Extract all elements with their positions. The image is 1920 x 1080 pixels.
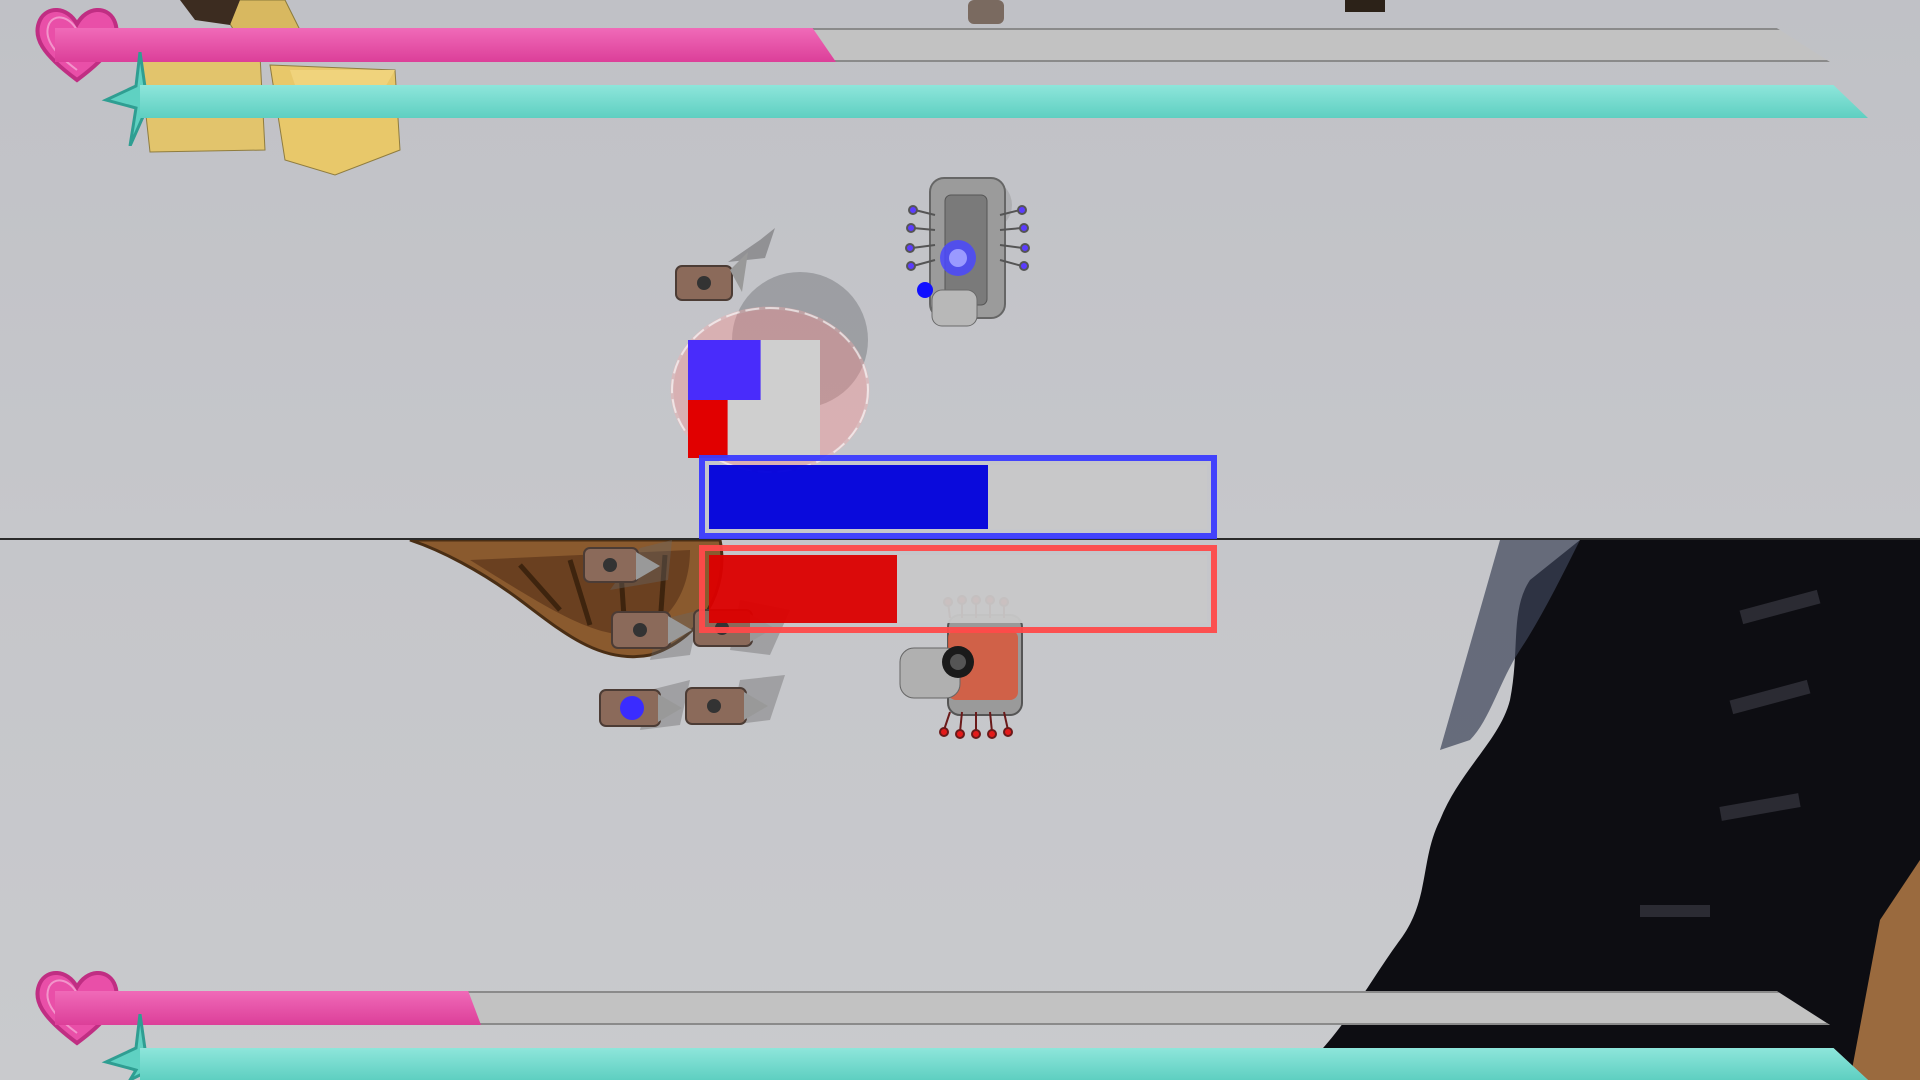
- player-2-energy-bar: [140, 1048, 1868, 1080]
- blue-team-meter: [699, 455, 1217, 539]
- player-1-drone: [599, 680, 690, 730]
- player-1-energy-bar: [140, 85, 1868, 118]
- player-1-health-bar: [55, 28, 1830, 62]
- player-1-tank: [905, 177, 1030, 327]
- enemy-drone: [685, 675, 785, 725]
- player-2-health-bar: [55, 991, 1830, 1025]
- capture-flag: [688, 340, 820, 458]
- debris: [1345, 0, 1385, 12]
- debris: [968, 0, 1004, 24]
- red-team-meter: [699, 545, 1217, 633]
